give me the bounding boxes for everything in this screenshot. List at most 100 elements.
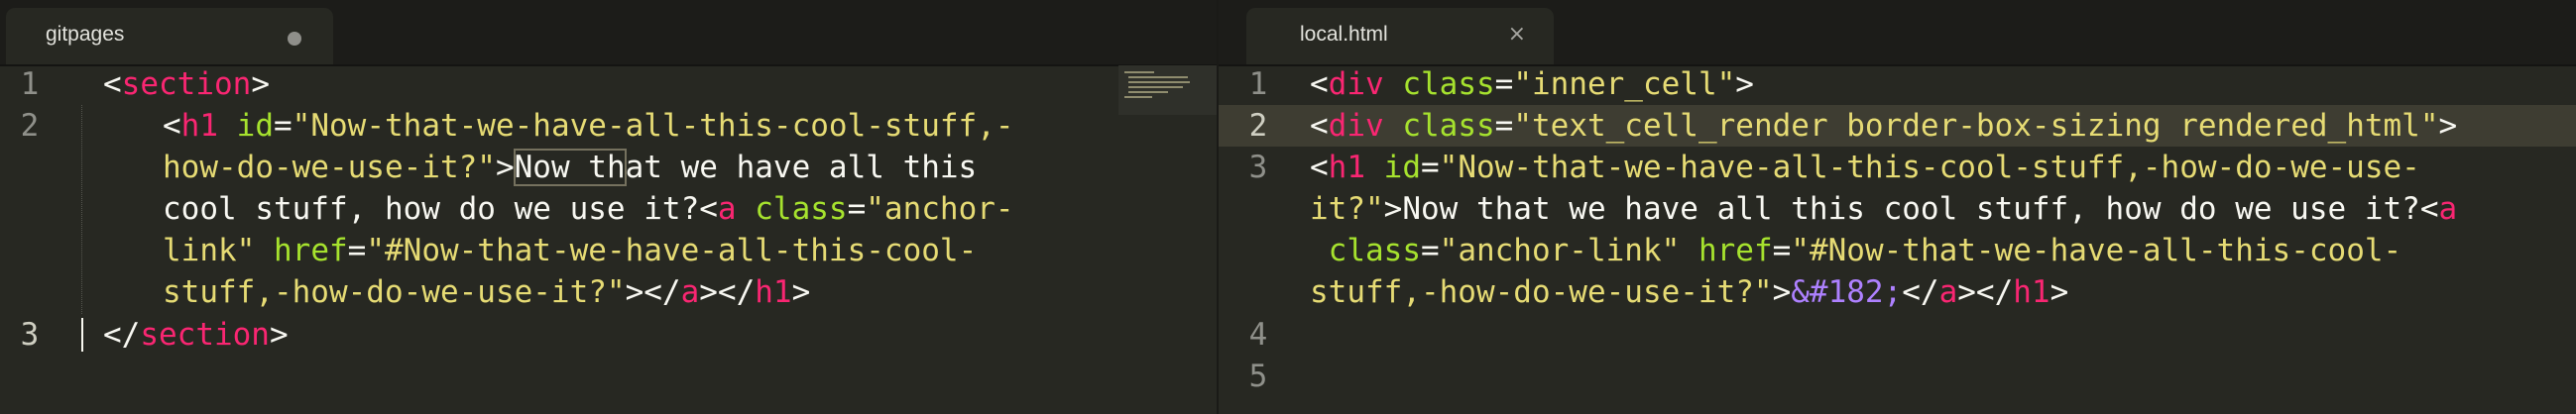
token-string: link" (163, 233, 256, 268)
minimap-line (1128, 91, 1168, 93)
token-attr: href (255, 233, 348, 268)
token-attr: class (1383, 66, 1495, 102)
token-punct: < (699, 191, 718, 227)
line-number: 3 (1248, 150, 1268, 185)
tab-bar-right: local.html × (1219, 0, 2576, 66)
token-string: how-do-we-use-it?" (163, 150, 496, 185)
minimap-line (1128, 86, 1183, 88)
token-punct: > (495, 150, 515, 185)
token-tag: div (1328, 108, 1384, 144)
token-attr: id (1365, 150, 1421, 185)
token-punct: = (347, 233, 367, 268)
line-number-current: 2 (1248, 108, 1268, 144)
token-punct: = (1420, 233, 1440, 268)
code-line[interactable]: <h1 id="Now-that-we-have-all-this-cool-s… (163, 105, 1014, 147)
code-line-wrapped[interactable]: cool stuff, how do we use it?<a class="a… (163, 188, 1014, 230)
token-string: "anchor-link" (1439, 233, 1681, 268)
token-punct: > (269, 317, 289, 353)
token-attr: class (1383, 108, 1495, 144)
editor-pane-right[interactable]: local.html × 1 2 3 4 5 <div class="inner… (1219, 0, 2576, 414)
token-tag: h1 (1328, 150, 1365, 185)
tab-local-html[interactable]: local.html × (1246, 8, 1554, 64)
code-line-wrapped[interactable]: it?">Now that we have all this cool stuf… (1310, 188, 2457, 230)
code-line-wrapped[interactable]: link" href="#Now-that-we-have-all-this-c… (163, 230, 977, 271)
token-tag: div (1328, 66, 1384, 102)
tab-title: gitpages (46, 23, 125, 46)
token-punct: ></ (699, 274, 756, 310)
code-line[interactable]: <h1 id="Now-that-we-have-all-this-cool-s… (1310, 147, 2420, 188)
token-punct: > (2049, 274, 2069, 310)
minimap-line (1124, 71, 1154, 73)
token-text: Now that we have all this cool stuff, ho… (1402, 191, 2420, 227)
minimap-line (1128, 76, 1188, 78)
token-string: "Now-that-we-have-all-this-cool-stuff,-h… (1439, 150, 2420, 185)
token-punct: < (103, 66, 122, 102)
token-punct: = (1421, 150, 1440, 185)
token-string: it?" (1310, 191, 1384, 227)
token-punct: > (1383, 191, 1403, 227)
tab-title: local.html (1300, 23, 1388, 46)
token-punct: > (251, 66, 270, 102)
token-punct: < (1310, 108, 1329, 144)
token-punct: > (791, 274, 811, 310)
editor-pane-left[interactable]: gitpages 1 2 3 <section> <h1 id="Now-tha… (0, 0, 1217, 414)
token-punct: </ (103, 317, 141, 353)
token-punct: > (625, 274, 644, 310)
token-punct: > (1772, 274, 1792, 310)
token-tag: section (140, 317, 270, 353)
token-tag: a (2438, 191, 2458, 227)
token-string: "#Now-that-we-have-all-this-cool- (1791, 233, 2402, 268)
tab-gitpages[interactable]: gitpages (6, 8, 333, 64)
minimap[interactable] (1118, 65, 1217, 115)
code-line[interactable]: </section> (103, 314, 289, 356)
token-text: at we have all this (625, 150, 978, 185)
token-attr: id (218, 108, 274, 144)
line-number-current: 3 (20, 317, 40, 353)
token-punct: < (163, 108, 181, 144)
text-caret (81, 318, 83, 352)
token-attr: class (1310, 233, 1421, 268)
token-string: stuff,-how-do-we-use-it?" (1310, 274, 1773, 310)
token-string: "inner_cell" (1513, 66, 1736, 102)
code-line[interactable]: <section> (103, 63, 270, 105)
code-line[interactable]: <div class="inner_cell"> (1310, 63, 1754, 105)
token-punct: = (1772, 233, 1792, 268)
token-attr: href (1680, 233, 1773, 268)
token-string: stuff,-how-do-we-use-it?" (163, 274, 626, 310)
token-punct: = (847, 191, 867, 227)
code-line-wrapped[interactable]: class="anchor-link" href="#Now-that-we-h… (1310, 230, 2402, 271)
code-line-wrapped[interactable]: how-do-we-use-it?">Now that we have all … (163, 147, 977, 188)
token-string: "anchor- (866, 191, 1014, 227)
line-number: 4 (1248, 317, 1268, 353)
code-line-wrapped[interactable]: stuff,-how-do-we-use-it?"></a></h1> (163, 271, 810, 313)
code-line[interactable]: <div class="text_cell_render border-box-… (1310, 105, 2457, 147)
token-tag: h1 (755, 274, 792, 310)
token-tag: h1 (2013, 274, 2050, 310)
token-punct: = (1494, 108, 1514, 144)
token-punct: > (2438, 108, 2458, 144)
token-punct: < (2419, 191, 2439, 227)
token-string: "#Now-that-we-have-all-this-cool- (366, 233, 978, 268)
token-attr: class (736, 191, 848, 227)
token-tag: h1 (180, 108, 218, 144)
close-icon[interactable]: × (1508, 22, 1526, 47)
tab-bar-left: gitpages (0, 0, 1217, 66)
line-number: 1 (1248, 66, 1268, 102)
line-number: 1 (20, 66, 40, 102)
minimap-line (1124, 96, 1152, 98)
token-punct: = (1494, 66, 1514, 102)
token-punct: < (1310, 150, 1329, 185)
token-punct: </ (1902, 274, 1939, 310)
minimap-line (1128, 81, 1190, 83)
token-string: "Now-that-we-have-all-this-cool-stuff,- (292, 108, 1014, 144)
token-punct: = (274, 108, 293, 144)
unsaved-dot-icon[interactable] (288, 32, 301, 46)
token-entity: &#182; (1791, 274, 1903, 310)
token-tag: a (717, 191, 737, 227)
token-punct: ></ (1957, 274, 2014, 310)
code-line-wrapped[interactable]: stuff,-how-do-we-use-it?">&#182;</a></h1… (1310, 271, 2068, 313)
token-tag: section (121, 66, 252, 102)
line-number: 2 (20, 108, 40, 144)
line-number: 5 (1248, 359, 1268, 394)
token-tag: a (1938, 274, 1958, 310)
